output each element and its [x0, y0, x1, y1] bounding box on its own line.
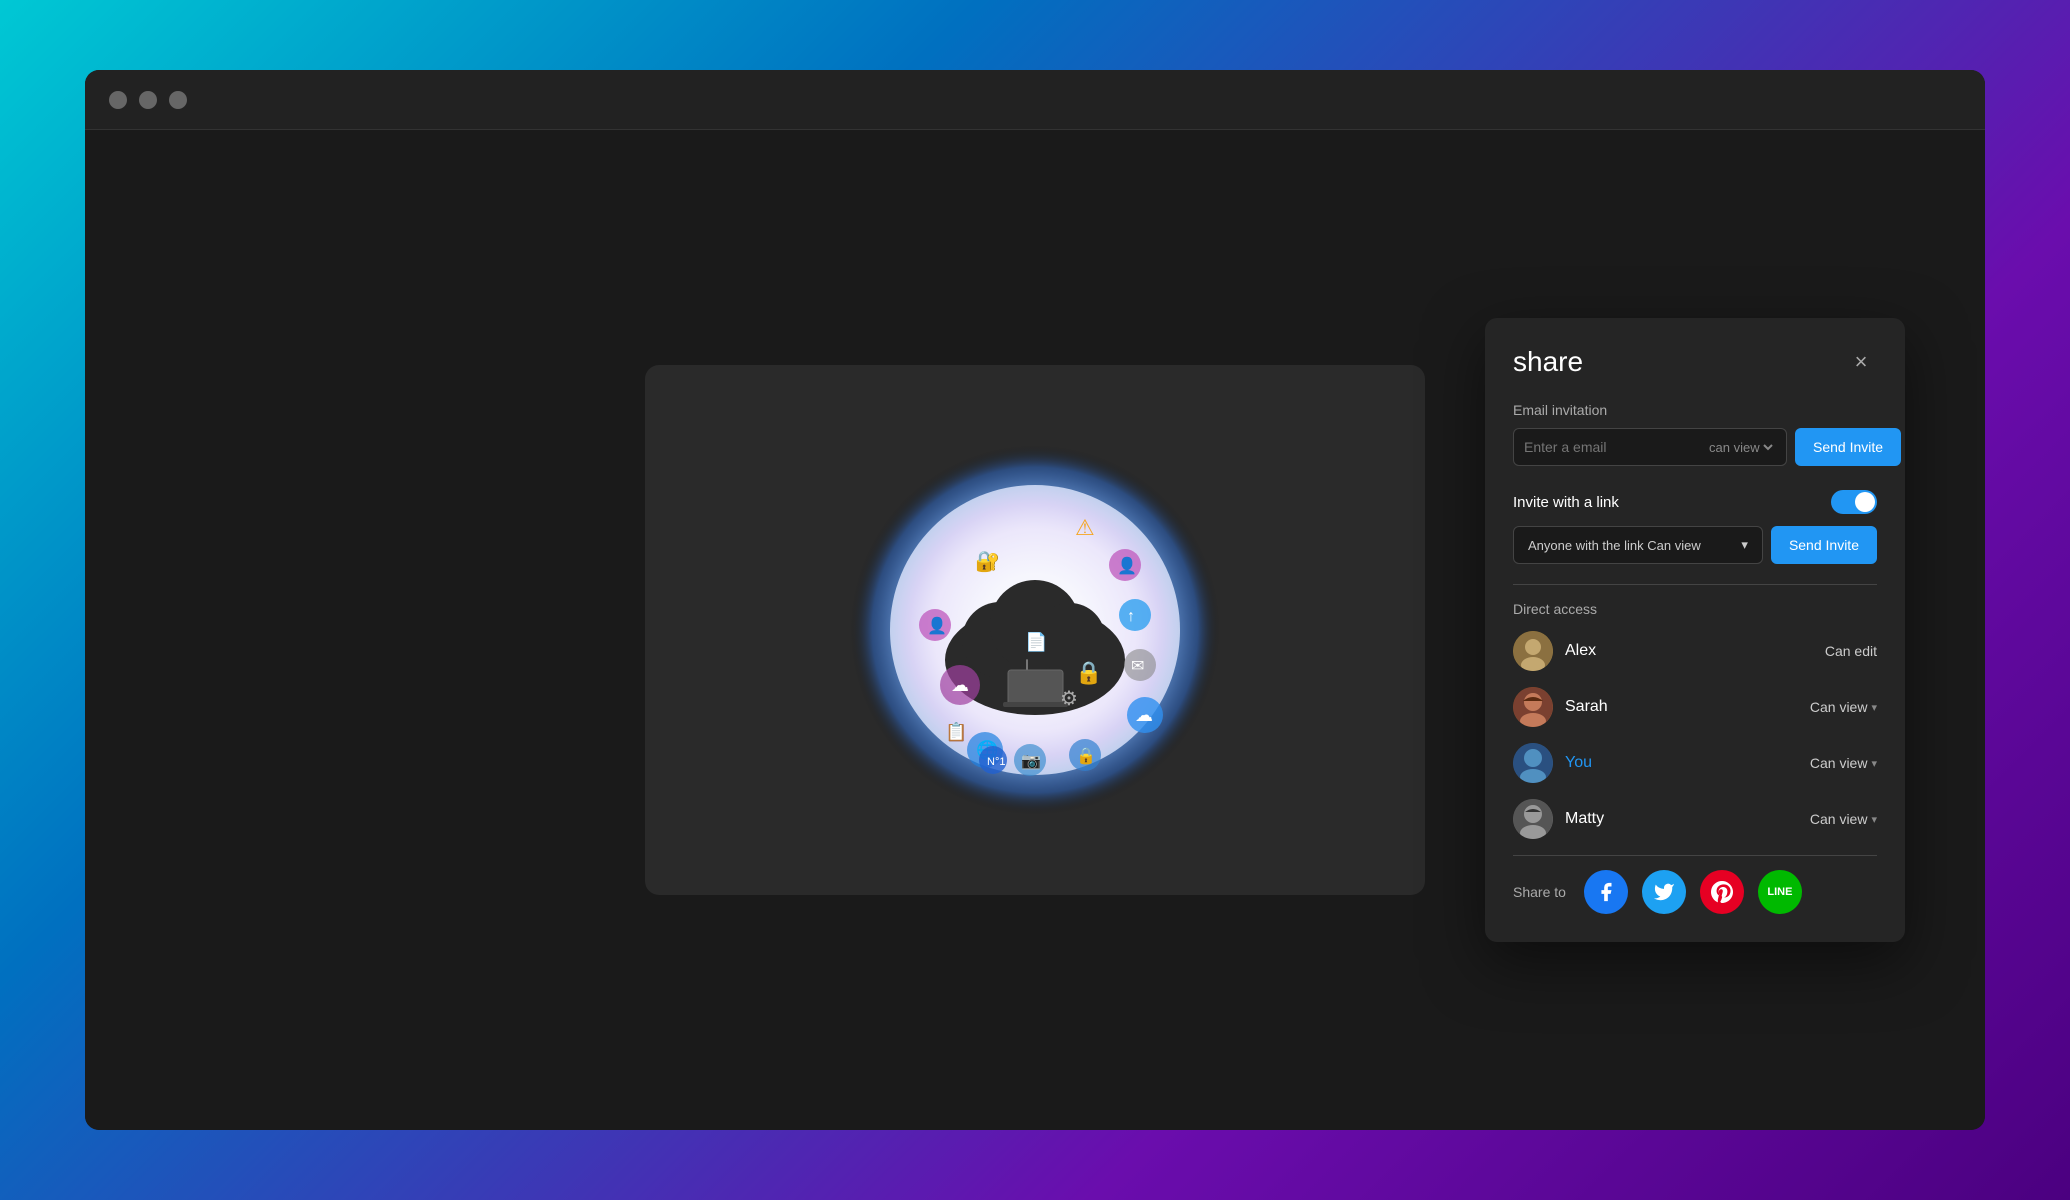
svg-text:↑: ↑ [1127, 608, 1135, 625]
email-row: can view can edit Send Invite [1513, 428, 1877, 466]
facebook-icon [1595, 881, 1617, 903]
user-name-matty: Matty [1565, 810, 1798, 828]
link-option-text: Anyone with the link Can view [1528, 538, 1701, 553]
avatar-sarah [1513, 687, 1553, 727]
chevron-you: ▾ [1871, 757, 1877, 770]
facebook-button[interactable] [1584, 870, 1628, 914]
line-button[interactable]: LINE [1758, 870, 1802, 914]
user-permission-sarah[interactable]: Can view ▾ [1810, 699, 1877, 715]
svg-text:☁: ☁ [951, 675, 969, 695]
svg-text:👤: 👤 [1117, 556, 1137, 575]
traffic-light-red[interactable] [109, 91, 127, 109]
share-to-label: Share to [1513, 884, 1566, 900]
link-select-row: Anyone with the link Can view ▾ Send Inv… [1513, 526, 1877, 564]
link-toggle[interactable] [1831, 490, 1877, 514]
user-name-alex: Alex [1565, 642, 1813, 660]
user-permission-you[interactable]: Can view ▾ [1810, 755, 1877, 771]
pinterest-icon [1711, 881, 1733, 903]
avatar-matty [1513, 799, 1553, 839]
email-send-invite-button[interactable]: Send Invite [1795, 428, 1901, 466]
avatar-you [1513, 743, 1553, 783]
traffic-light-green[interactable] [169, 91, 187, 109]
share-title: share [1513, 346, 1583, 378]
svg-text:📷: 📷 [1021, 753, 1041, 770]
chevron-sarah: ▾ [1871, 701, 1877, 714]
window-body: ↓ 🔒 ⚙ 📄 [85, 130, 1985, 1130]
email-input-wrapper[interactable]: can view can edit [1513, 428, 1787, 466]
traffic-light-yellow[interactable] [139, 91, 157, 109]
chevron-down-icon: ▾ [1741, 537, 1748, 553]
user-permission-matty[interactable]: Can view ▾ [1810, 811, 1877, 827]
titlebar [85, 70, 1985, 130]
link-send-invite-button[interactable]: Send Invite [1771, 526, 1877, 564]
user-row-matty: Matty Can view ▾ [1513, 799, 1877, 839]
share-to-row: Share to [1513, 855, 1877, 914]
image-frame: ↓ 🔒 ⚙ 📄 [645, 365, 1425, 895]
svg-text:🔒: 🔒 [1075, 660, 1102, 685]
user-name-you: You [1565, 754, 1798, 772]
divider-1 [1513, 584, 1877, 585]
svg-text:📄: 📄 [1025, 631, 1047, 652]
svg-text:⚠: ⚠ [1075, 515, 1095, 540]
user-row-you: You Can view ▾ [1513, 743, 1877, 783]
svg-text:☁: ☁ [1135, 705, 1153, 725]
email-permission-select[interactable]: can view can edit [1705, 439, 1776, 456]
svg-text:N°1: N°1 [987, 756, 1005, 768]
twitter-button[interactable] [1642, 870, 1686, 914]
user-name-sarah: Sarah [1565, 698, 1798, 716]
chevron-matty: ▾ [1871, 813, 1877, 826]
svg-text:📋: 📋 [945, 721, 967, 742]
svg-text:⚙: ⚙ [1060, 688, 1078, 710]
svg-text:✉: ✉ [1131, 658, 1144, 675]
close-button[interactable]: × [1845, 346, 1877, 378]
svg-text:🔐: 🔐 [975, 551, 1000, 573]
user-permission-alex: Can edit [1825, 643, 1877, 659]
cloud-illustration: ↓ 🔒 ⚙ 📄 [835, 430, 1235, 830]
share-header: share × [1513, 346, 1877, 378]
svg-text:👤: 👤 [927, 616, 947, 635]
user-row-sarah: Sarah Can view ▾ [1513, 687, 1877, 727]
svg-text:🔒: 🔒 [1076, 747, 1096, 765]
twitter-icon [1653, 881, 1675, 903]
illustration: ↓ 🔒 ⚙ 📄 [835, 430, 1235, 830]
share-panel: share × Email invitation can view can ed… [1485, 318, 1905, 942]
app-window: ↓ 🔒 ⚙ 📄 [85, 70, 1985, 1130]
email-input[interactable] [1524, 429, 1705, 465]
line-icon: LINE [1767, 886, 1792, 898]
link-dropdown[interactable]: Anyone with the link Can view ▾ [1513, 526, 1763, 564]
pinterest-button[interactable] [1700, 870, 1744, 914]
link-row: Invite with a link [1513, 490, 1877, 514]
link-label: Invite with a link [1513, 494, 1619, 511]
direct-access-label: Direct access [1513, 601, 1877, 617]
user-row-alex: Alex Can edit [1513, 631, 1877, 671]
avatar-alex [1513, 631, 1553, 671]
email-section-label: Email invitation [1513, 402, 1877, 418]
